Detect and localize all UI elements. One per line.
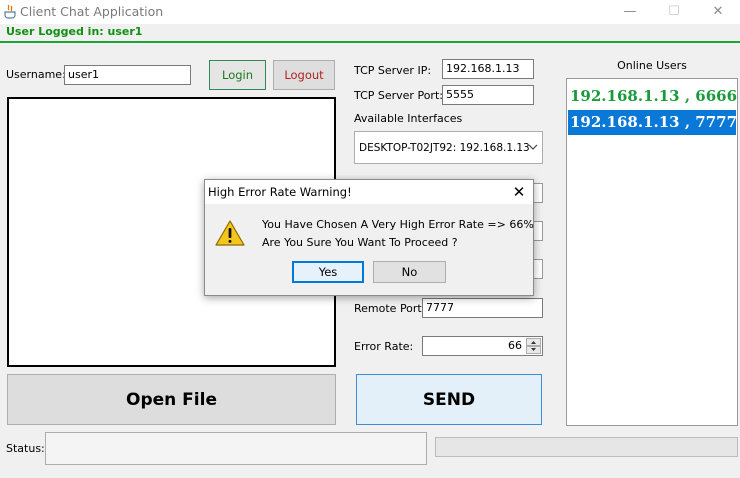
tcp-server-port-input[interactable]: 5555 (442, 85, 534, 105)
tcp-server-ip-label: TCP Server IP: (354, 64, 432, 77)
interfaces-label: Available Interfaces (354, 112, 463, 125)
maximize-button[interactable]: ☐ (652, 0, 696, 24)
status-label: Status: (6, 442, 45, 455)
tcp-server-ip-input[interactable]: 192.168.1.13 (442, 59, 534, 79)
error-rate-value: 66 (508, 339, 522, 352)
chevron-down-icon (528, 142, 538, 152)
interface-select[interactable]: DESKTOP-T02JT92: 192.168.1.13 (354, 131, 543, 164)
remote-port-label: Remote Port: (354, 302, 426, 315)
spinner-down-button[interactable] (526, 346, 541, 354)
no-button[interactable]: No (373, 261, 446, 283)
header-divider (0, 41, 740, 43)
error-rate-warning-dialog: High Error Rate Warning! ✕ You Have Chos… (204, 179, 534, 296)
warning-icon (214, 219, 246, 247)
error-rate-label: Error Rate: (354, 340, 414, 353)
logged-in-user-label: User Logged in: user1 (6, 25, 143, 38)
open-file-button[interactable]: Open File (7, 374, 336, 425)
send-button[interactable]: SEND (356, 374, 542, 425)
dialog-message-line-1: You Have Chosen A Very High Error Rate =… (262, 218, 534, 231)
user-list-item[interactable]: 192.168.1.13 , 6666 (568, 84, 737, 109)
online-users-title: Online Users (617, 59, 687, 72)
username-input[interactable]: user1 (64, 65, 191, 85)
status-field (45, 432, 427, 465)
online-users-list[interactable]: 192.168.1.13 , 6666 192.168.1.13 , 7777 (566, 78, 738, 426)
interface-select-value: DESKTOP-T02JT92: 192.168.1.13 (359, 142, 530, 154)
user-list-item-selected[interactable]: 192.168.1.13 , 7777 (568, 110, 737, 135)
login-button[interactable]: Login (209, 60, 266, 90)
java-app-icon (3, 4, 17, 19)
dialog-title: High Error Rate Warning! (208, 185, 352, 199)
minimize-button[interactable]: — (608, 0, 652, 24)
dialog-message-line-2: Are You Sure You Want To Proceed ? (262, 236, 458, 249)
progress-bar (435, 437, 738, 457)
tcp-server-port-label: TCP Server Port: (354, 89, 443, 102)
username-label: Username: (6, 68, 66, 81)
logout-button[interactable]: Logout (273, 60, 335, 90)
yes-button[interactable]: Yes (292, 261, 364, 283)
spinner-up-button[interactable] (526, 338, 541, 346)
error-rate-spinner[interactable]: 66 (422, 336, 543, 356)
window-title: Client Chat Application (20, 4, 164, 19)
close-button[interactable]: ✕ (696, 0, 740, 24)
remote-port-input[interactable]: 7777 (422, 298, 543, 318)
dialog-close-button[interactable]: ✕ (507, 180, 531, 204)
